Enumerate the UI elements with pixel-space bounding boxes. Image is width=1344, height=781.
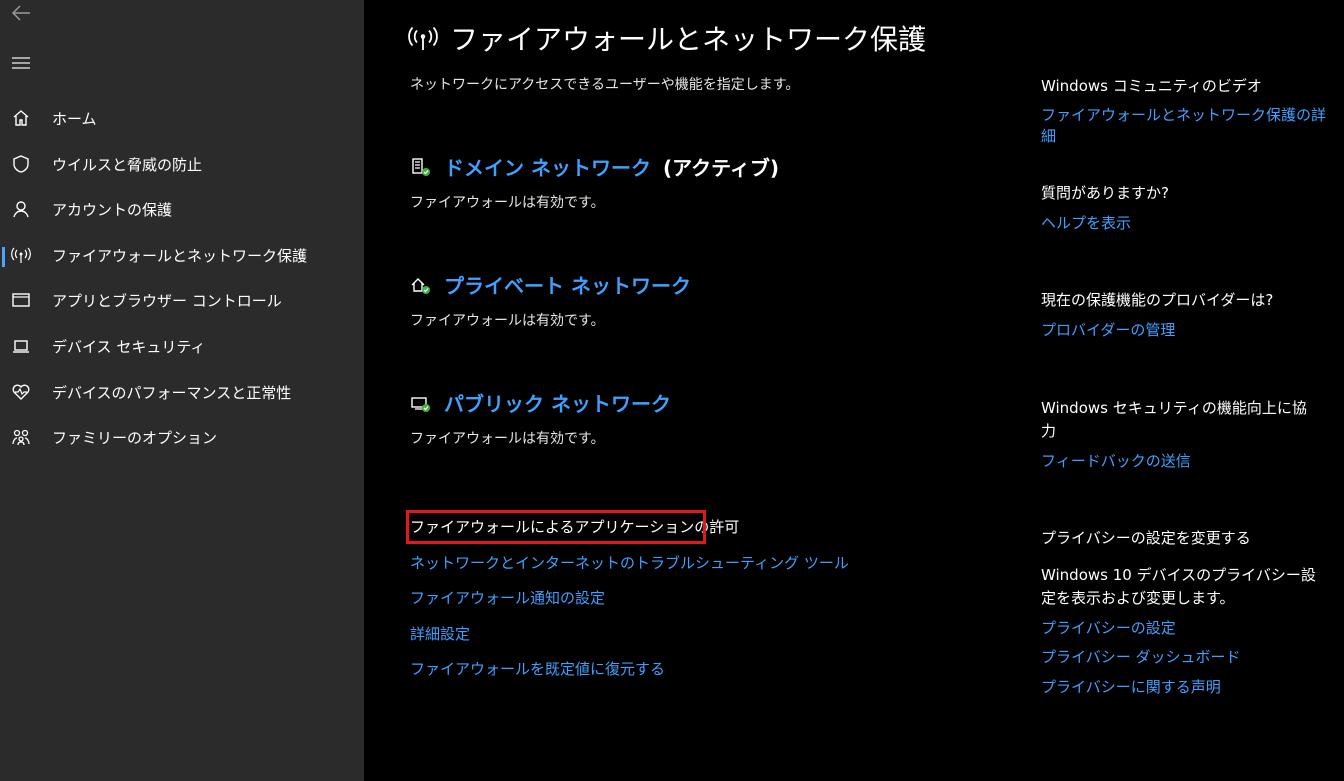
hamburger-menu-button[interactable] [10,52,32,74]
firewall-notification-settings-link[interactable]: ファイアウォール通知の設定 [410,587,605,608]
sidebar-item-label: デバイスのパフォーマンスと正常性 [52,383,292,402]
hamburger-icon [12,57,30,69]
sidebar-item-account-protection[interactable]: アカウントの保護 [0,189,364,229]
privacy-settings-link[interactable]: プライバシーの設定 [1041,617,1176,638]
advanced-settings-link[interactable]: 詳細設定 [410,623,470,644]
public-network-link[interactable]: パブリック ネットワーク [444,388,671,417]
sidebar-item-family[interactable]: ファミリーのオプション [0,417,364,457]
sidebar-item-device-security[interactable]: デバイス セキュリティ [0,326,364,366]
provider-heading: 現在の保護機能のプロバイダーは? [1041,291,1274,309]
sidebar-item-firewall[interactable]: ファイアウォールとネットワーク保護 [0,235,364,275]
family-icon [10,426,32,448]
wifi-antenna-icon [408,23,438,53]
browser-window-icon [10,289,32,311]
domain-network-icon [410,156,432,178]
private-network-status-text: ファイアウォールは有効です。 [410,313,605,329]
private-network-link[interactable]: プライベート ネットワーク [444,270,691,299]
community-video-link[interactable]: ファイアウォールとネットワーク保護の詳細 [1041,104,1331,146]
sidebar-item-label: ホーム [52,109,97,128]
private-network-icon [410,274,432,296]
shield-icon [10,153,32,175]
restore-defaults-link[interactable]: ファイアウォールを既定値に復元する [410,658,665,679]
community-video-heading: Windows コミュニティのビデオ [1041,77,1262,95]
privacy-statement-link[interactable]: プライバシーに関する声明 [1041,676,1221,697]
sidebar-item-label: デバイス セキュリティ [52,337,206,356]
public-network-heading: パブリック ネットワーク [410,388,671,417]
sidebar-item-label: ウイルスと脅威の防止 [52,155,203,174]
sidebar-item-label: ファミリーのオプション [52,428,218,447]
troubleshooter-link[interactable]: ネットワークとインターネットのトラブルシューティング ツール [410,552,849,573]
sidebar-item-label: アプリとブラウザー コントロール [52,291,282,310]
wifi-antenna-icon [10,244,32,266]
heart-pulse-icon [10,381,32,403]
public-network-status-text: ファイアウォールは有効です。 [410,431,605,447]
improve-heading: Windows セキュリティの機能向上に協力 [1041,399,1307,440]
domain-network-status-text: ファイアウォールは有効です。 [410,195,605,211]
domain-network-link[interactable]: ドメイン ネットワーク [444,152,651,181]
sidebar-item-home[interactable]: ホーム [0,98,364,138]
page-title-text: ファイアウォールとネットワーク保護 [450,23,927,56]
sidebar-item-app-browser[interactable]: アプリとブラウザー コントロール [0,280,364,320]
question-heading: 質問がありますか? [1041,184,1169,202]
manage-providers-link[interactable]: プロバイダーの管理 [1041,319,1175,340]
sidebar-item-device-health[interactable]: デバイスのパフォーマンスと正常性 [0,372,364,412]
page-description: ネットワークにアクセスできるユーザーや機能を指定します。 [410,77,800,93]
get-help-link[interactable]: ヘルプを表示 [1041,212,1131,233]
sidebar-item-label: ファイアウォールとネットワーク保護 [52,246,308,265]
highlight-box [406,510,706,544]
private-network-heading: プライベート ネットワーク [410,270,691,299]
privacy-dashboard-link[interactable]: プライバシー ダッシュボード [1041,646,1240,667]
back-arrow-icon [11,5,30,21]
back-button[interactable] [10,2,32,24]
sidebar-item-label: アカウントの保護 [52,200,173,219]
person-icon [10,198,32,220]
laptop-icon [10,335,32,357]
sidebar: ホーム ウイルスと脅威の防止 アカウントの保護 ファイアウォールとネットワーク保… [0,0,364,781]
page-title: ファイアウォールとネットワーク保護 [408,18,926,58]
domain-network-status: (アクティブ) [662,156,780,180]
domain-network-heading: ドメイン ネットワーク (アクティブ) [410,152,779,181]
privacy-description: Windows 10 デバイスのプライバシー設定を表示および変更します。 [1041,566,1316,607]
feedback-link[interactable]: フィードバックの送信 [1041,450,1191,471]
home-icon [10,107,32,129]
sidebar-item-virus-protection[interactable]: ウイルスと脅威の防止 [0,144,364,184]
privacy-heading: プライバシーの設定を変更する [1041,529,1251,547]
public-network-icon [410,392,432,414]
